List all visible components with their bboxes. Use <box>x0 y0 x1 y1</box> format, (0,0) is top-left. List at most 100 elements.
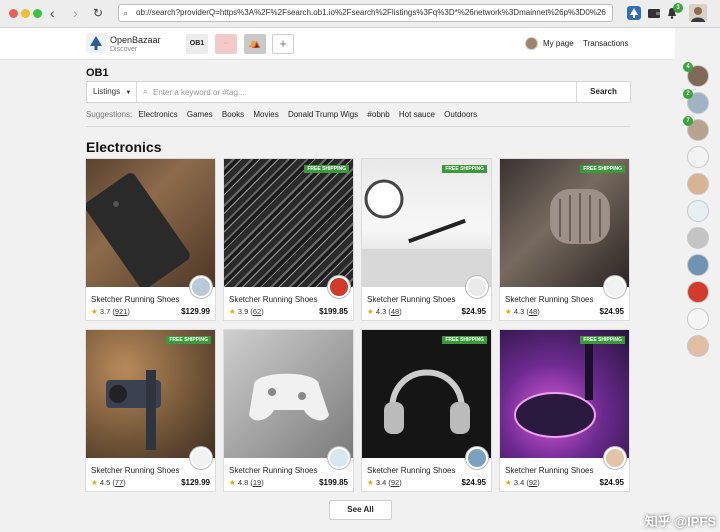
rating-count-link[interactable]: 77 <box>115 478 123 487</box>
sidebar-avatar[interactable] <box>687 335 709 357</box>
tent-icon: ⛺ <box>248 38 262 49</box>
see-all-button[interactable]: See All <box>329 500 392 520</box>
unread-badge: 4 <box>683 62 693 72</box>
seller-avatar[interactable] <box>604 447 626 469</box>
seller-avatar[interactable] <box>604 276 626 298</box>
listing-card[interactable]: Sketcher Running Shoes ★ 3.7 (921) $129.… <box>85 158 216 321</box>
suggestion-books[interactable]: Books <box>222 110 244 119</box>
wallet-icon[interactable] <box>647 6 661 20</box>
listing-card[interactable]: FREE SHIPPING Sketcher Running Shoes ★ 4… <box>499 158 630 321</box>
sidebar-avatar[interactable] <box>687 200 709 222</box>
rating-count-link[interactable]: 921 <box>115 307 128 316</box>
reload-icon[interactable]: ↻ <box>93 5 103 21</box>
sidebar-avatar[interactable] <box>687 227 709 249</box>
free-shipping-badge: FREE SHIPPING <box>580 336 625 344</box>
suggestion-games[interactable]: Games <box>187 110 213 119</box>
free-shipping-badge: FREE SHIPPING <box>442 336 487 344</box>
seller-avatar[interactable] <box>190 276 212 298</box>
listing-rating: ★ 4.8 (19) <box>229 478 264 487</box>
profile-avatar[interactable] <box>689 4 707 22</box>
sidebar-avatar[interactable] <box>687 308 709 330</box>
maximize-window-button[interactable] <box>33 9 42 18</box>
openbazaar-logo[interactable] <box>86 33 106 53</box>
tab-ob1[interactable]: OB1 <box>186 34 208 54</box>
sidebar-avatar[interactable] <box>687 173 709 195</box>
my-page-link[interactable]: My page <box>543 39 574 48</box>
free-shipping-badge: FREE SHIPPING <box>580 165 625 173</box>
suggestion-electronics[interactable]: Electronics <box>139 110 178 119</box>
section-heading: Electronics <box>86 139 162 155</box>
listing-photo: FREE SHIPPING <box>362 330 491 458</box>
search-type-select[interactable]: Listings ▼ <box>87 82 137 102</box>
star-icon: ★ <box>229 307 236 316</box>
seller-avatar[interactable] <box>328 447 350 469</box>
address-bar[interactable]: ⌕ ob://search?providerQ=https%3A%2F%2Fse… <box>118 4 613 22</box>
rating-count-link[interactable]: 19 <box>253 478 261 487</box>
listing-price: $24.95 <box>461 307 486 316</box>
search-type-label: Listings <box>93 87 121 96</box>
free-shipping-badge: FREE SHIPPING <box>442 165 487 173</box>
close-window-button[interactable] <box>9 9 18 18</box>
rating-count-link[interactable]: 92 <box>529 478 537 487</box>
listing-card[interactable]: FREE SHIPPING Sketcher Running Shoes ★ 3… <box>361 329 492 492</box>
star-icon: ★ <box>229 478 236 487</box>
sidebar-avatar[interactable] <box>687 281 709 303</box>
tab-provider-2[interactable]: ◦◦ <box>215 34 237 54</box>
listing-title: Sketcher Running Shoes <box>505 466 594 475</box>
listing-price: $129.99 <box>181 478 210 487</box>
rating-value: 3.4 <box>513 478 525 487</box>
suggestion-outdoors[interactable]: Outdoors <box>444 110 477 119</box>
listing-card[interactable]: FREE SHIPPING Sketcher Running Shoes ★ 4… <box>85 329 216 492</box>
following-sidebar: 4 2 7 <box>679 60 720 532</box>
seller-avatar[interactable] <box>466 276 488 298</box>
listing-title: Sketcher Running Shoes <box>367 466 456 475</box>
listing-card[interactable]: FREE SHIPPING Sketcher Running Shoes ★ 3… <box>223 158 354 321</box>
transactions-link[interactable]: Transactions <box>583 39 629 48</box>
listing-card[interactable]: FREE SHIPPING Sketcher Running Shoes ★ 3… <box>499 329 630 492</box>
listing-rating: ★ 4.3 (48) <box>367 307 402 316</box>
sidebar-avatar[interactable] <box>687 254 709 276</box>
rating-value: 4.8 <box>237 478 249 487</box>
listing-price: $199.85 <box>319 307 348 316</box>
sidebar-avatar[interactable] <box>687 146 709 168</box>
suggestion-obnb[interactable]: #obnb <box>367 110 389 119</box>
rating-count-link[interactable]: 62 <box>253 307 261 316</box>
browser-toolbar: ‹ › ↻ ⌕ ob://search?providerQ=https%3A%2… <box>0 0 720 28</box>
watermark: 知乎 @IPFS <box>644 514 716 529</box>
star-icon: ★ <box>367 307 374 316</box>
suggestion-donald-trump-wigs[interactable]: Donald Trump Wigs <box>288 110 358 119</box>
search-input[interactable] <box>153 82 573 102</box>
rating-count-link[interactable]: 48 <box>391 307 399 316</box>
listing-photo: FREE SHIPPING <box>224 159 353 287</box>
listing-photo: FREE SHIPPING <box>362 159 491 287</box>
unread-badge: 2 <box>683 89 693 99</box>
seller-avatar[interactable] <box>466 447 488 469</box>
divider <box>86 126 631 127</box>
page-title: OB1 <box>86 67 109 79</box>
listing-title: Sketcher Running Shoes <box>229 466 318 475</box>
app-header: OpenBazaar Discover OB1 ◦◦ ⛺ + My page T… <box>0 28 675 60</box>
listing-price: $24.95 <box>599 478 624 487</box>
add-provider-button[interactable]: + <box>272 34 294 54</box>
rating-value: 4.3 <box>513 307 525 316</box>
seller-avatar[interactable] <box>328 276 350 298</box>
listing-photo: FREE SHIPPING <box>500 330 629 458</box>
seller-avatar[interactable] <box>190 447 212 469</box>
suggestion-movies[interactable]: Movies <box>253 110 278 119</box>
listing-price: $24.95 <box>599 307 624 316</box>
unread-badge: 7 <box>683 116 693 126</box>
forward-icon[interactable]: › <box>73 5 78 21</box>
listing-card[interactable]: FREE SHIPPING Sketcher Running Shoes ★ 4… <box>361 158 492 321</box>
minimize-window-button[interactable] <box>21 9 30 18</box>
listing-rating: ★ 3.9 (62) <box>229 307 264 316</box>
star-icon: ★ <box>91 307 98 316</box>
rating-count-link[interactable]: 48 <box>529 307 537 316</box>
back-icon[interactable]: ‹ <box>50 5 55 21</box>
listing-card[interactable]: Sketcher Running Shoes ★ 4.8 (19) $199.8… <box>223 329 354 492</box>
openbazaar-icon[interactable] <box>627 6 641 20</box>
my-page-avatar[interactable] <box>525 37 538 50</box>
rating-count-link[interactable]: 92 <box>391 478 399 487</box>
tab-provider-3[interactable]: ⛺ <box>244 34 266 54</box>
suggestion-hot-sauce[interactable]: Hot sauce <box>399 110 435 119</box>
search-button[interactable]: Search <box>576 82 630 102</box>
